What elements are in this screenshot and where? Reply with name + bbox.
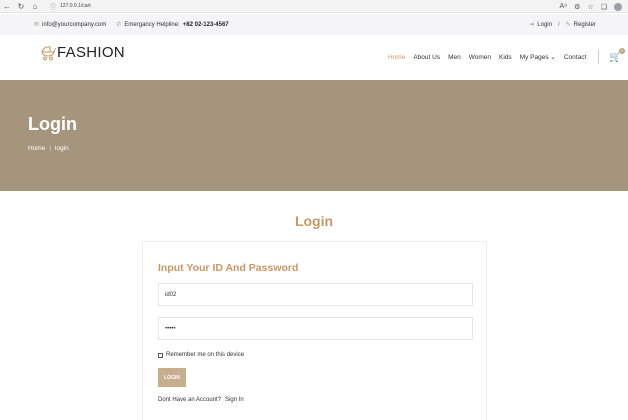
site-header: FASHION Home About Us Men Women Kids My … bbox=[0, 35, 628, 80]
nav-kids[interactable]: Kids bbox=[499, 54, 512, 61]
login-icon: ➜ bbox=[529, 22, 535, 28]
logo-text: FASHION bbox=[57, 44, 125, 61]
nav-home[interactable]: Home bbox=[388, 54, 405, 61]
lock-icon: ⓘ bbox=[50, 4, 57, 11]
main-nav: Home About Us Men Women Kids My Pages ⌄ … bbox=[388, 47, 625, 64]
remember-label[interactable]: Remember me on this device bbox=[166, 352, 244, 358]
cart-button[interactable]: 🛒 0 bbox=[609, 47, 625, 63]
edit-icon: ✎ bbox=[565, 22, 571, 28]
nav-men[interactable]: Men bbox=[448, 54, 461, 61]
password-input-value: ••••• bbox=[165, 325, 176, 332]
nav-contact[interactable]: Contact bbox=[564, 54, 586, 61]
chevron-down-icon: ⌄ bbox=[550, 54, 556, 61]
register-link[interactable]: ✎ Register bbox=[565, 21, 596, 29]
remember-checkbox[interactable] bbox=[158, 352, 163, 358]
helpline-contact: ✆ Emergancy Helpline: +82 02-123-4567 bbox=[116, 21, 229, 29]
section-title: Login bbox=[294, 213, 334, 229]
form-title: Input Your ID And Password bbox=[158, 262, 299, 274]
id-input[interactable]: id02 bbox=[158, 283, 473, 306]
extension-icon[interactable]: ⚙ bbox=[574, 3, 580, 11]
id-input-value: id02 bbox=[165, 291, 177, 298]
account-prompt: Dont Have an Account? Sign In bbox=[158, 397, 244, 403]
favorites-icon[interactable]: ☆ bbox=[587, 3, 593, 11]
collections-icon[interactable]: ❏ bbox=[601, 3, 607, 11]
login-button[interactable]: LOGIN bbox=[158, 368, 186, 387]
remember-me: Remember me on this device bbox=[158, 352, 244, 358]
cart-count-badge: 0 bbox=[618, 47, 625, 54]
stroller-icon bbox=[41, 45, 56, 60]
page-title: Login bbox=[28, 114, 77, 134]
nav-divider bbox=[598, 50, 600, 64]
sign-in-link[interactable]: Sign In bbox=[225, 397, 244, 403]
breadcrumb-home[interactable]: Home bbox=[28, 145, 45, 152]
home-icon[interactable]: ⌂ bbox=[28, 0, 42, 13]
page-banner: Login Home | login bbox=[0, 80, 628, 191]
breadcrumb-current: login bbox=[55, 145, 69, 152]
url-text: 127.0.0.1/cart bbox=[60, 3, 91, 9]
auth-separator: / bbox=[557, 21, 560, 28]
login-link[interactable]: ➜ Login bbox=[529, 21, 552, 29]
login-form-card: Input Your ID And Password id02 ••••• Re… bbox=[142, 241, 487, 420]
password-input[interactable]: ••••• bbox=[158, 317, 473, 340]
breadcrumb-separator: | bbox=[49, 145, 52, 152]
site-logo[interactable]: FASHION bbox=[40, 44, 125, 61]
profile-icon[interactable] bbox=[614, 2, 622, 11]
refresh-icon[interactable]: ↻ bbox=[14, 0, 28, 13]
nav-women[interactable]: Women bbox=[469, 54, 491, 61]
login-link-label: Login bbox=[537, 21, 552, 28]
nav-my-pages-label: My Pages bbox=[519, 54, 549, 61]
nav-about[interactable]: About Us bbox=[413, 54, 440, 61]
breadcrumb: Home | login bbox=[28, 145, 69, 152]
account-prompt-text: Dont Have an Account? bbox=[158, 397, 222, 403]
browser-toolbar: ← ↻ ⌂ ⓘ 127.0.0.1/cart A⁹ ⚙ ☆ ❏ bbox=[0, 0, 628, 13]
email-contact: ✉ info@yourcompany.com bbox=[34, 21, 107, 29]
nav-my-pages[interactable]: My Pages ⌄ bbox=[520, 53, 556, 61]
helpline-label: Emergancy Helpline: bbox=[124, 21, 180, 28]
email-text: info@yourcompany.com bbox=[42, 21, 107, 28]
address-bar[interactable]: ⓘ 127.0.0.1/cart bbox=[50, 1, 91, 11]
browser-actions: A⁹ ⚙ ☆ ❏ bbox=[559, 0, 622, 13]
top-info-bar: ✉ info@yourcompany.com ✆ Emergancy Helpl… bbox=[0, 14, 628, 35]
read-aloud-icon[interactable]: A⁹ bbox=[559, 3, 567, 10]
phone-icon: ✆ bbox=[116, 22, 122, 28]
envelope-icon: ✉ bbox=[34, 22, 40, 28]
back-icon[interactable]: ← bbox=[0, 0, 14, 13]
helpline-number: +82 02-123-4567 bbox=[182, 21, 229, 28]
register-link-label: Register bbox=[573, 21, 596, 28]
